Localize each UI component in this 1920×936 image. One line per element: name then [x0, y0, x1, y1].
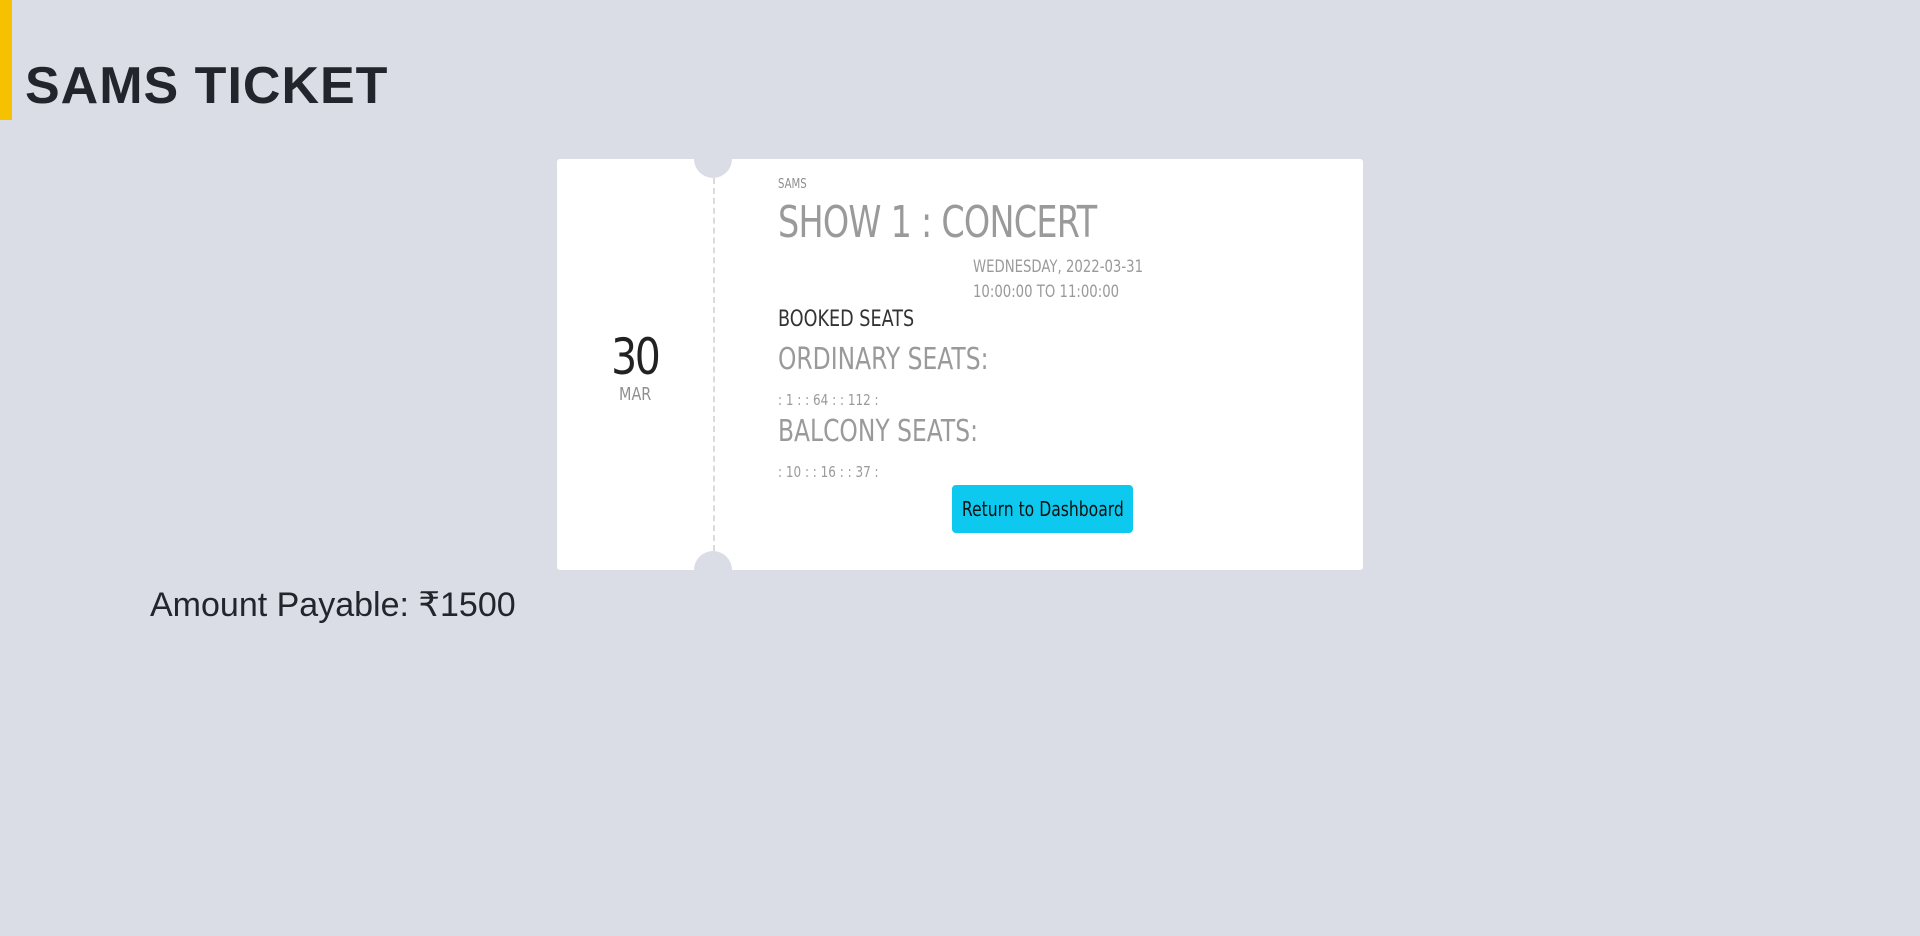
ticket-date-month: MAR [618, 384, 652, 405]
return-to-dashboard-label: Return to Dashboard [961, 497, 1124, 521]
ordinary-seats-list: : 1 : : 64 : : 112 : [778, 391, 879, 409]
ticket-details: SAMS SHOW 1 : CONCERT WEDNESDAY, 2022-03… [778, 159, 1363, 570]
ticket-card: 30 MAR SAMS SHOW 1 : CONCERT WEDNESDAY, … [557, 140, 1363, 589]
ticket-perforation [713, 178, 715, 551]
return-to-dashboard-button[interactable]: Return to Dashboard [952, 485, 1133, 533]
ticket-date-stub: 30 MAR [557, 159, 713, 570]
page-title: SAMS TICKET [25, 57, 389, 115]
show-title: SHOW 1 : CONCERT [778, 197, 1097, 248]
ordinary-seats-label: ORDINARY SEATS: [778, 342, 989, 377]
balcony-seats-list: : 10 : : 16 : : 37 : [778, 463, 879, 481]
accent-bar [0, 0, 12, 120]
balcony-seats-label: BALCONY SEATS: [778, 414, 978, 449]
ticket-brand: SAMS [778, 177, 807, 192]
ticket-date-day: 30 [611, 328, 661, 386]
booked-seats-label: BOOKED SEATS [778, 307, 915, 332]
show-time: 10:00:00 TO 11:00:00 [973, 282, 1120, 302]
page: SAMS TICKET 30 MAR SAMS SHOW 1 : CONCERT… [0, 0, 1920, 936]
show-date: WEDNESDAY, 2022-03-31 [973, 257, 1144, 277]
amount-payable: Amount Payable: ₹1500 [150, 586, 516, 624]
